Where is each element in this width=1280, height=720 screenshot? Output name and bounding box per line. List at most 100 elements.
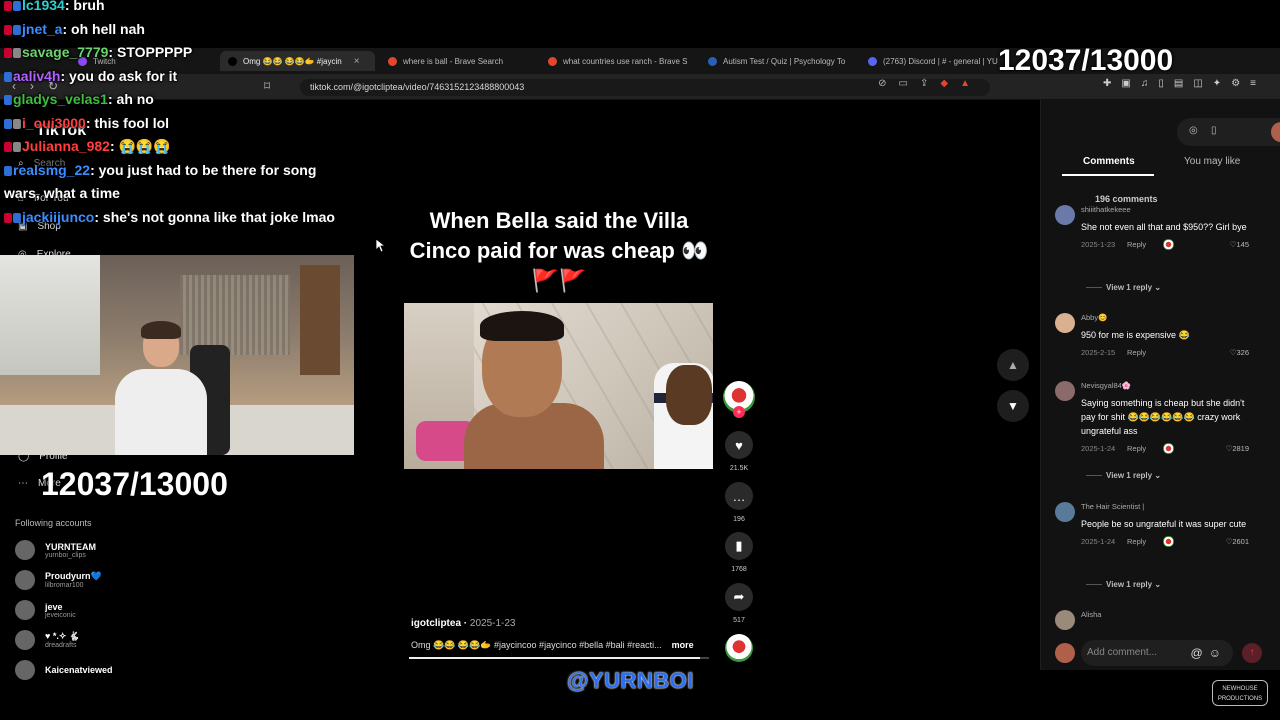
tab-label: (2763) Discord | # - general | YU (883, 56, 998, 66)
music-icon[interactable]: ♫ (1141, 78, 1149, 89)
reply-button[interactable]: Reply (1127, 240, 1146, 249)
comment-username[interactable]: Alisha (1081, 610, 1261, 619)
compass-icon[interactable]: ◎ (1189, 125, 1198, 136)
view-replies-button[interactable]: View 1 reply ⌄ (1086, 283, 1161, 292)
mention-icon[interactable]: @ (1191, 646, 1209, 660)
menu-icon[interactable]: ≡ (1250, 78, 1256, 89)
extension-box-icon[interactable]: ▣ (1121, 78, 1130, 89)
avatar (15, 630, 35, 650)
comment-date: 2025-1-24 (1081, 444, 1116, 453)
chat-message: lc1934: bruh (4, 0, 349, 18)
extension-puzzle-icon[interactable]: ✚ (1103, 78, 1111, 89)
cast-icon[interactable]: ▭ (899, 78, 908, 89)
leo-icon[interactable]: ✦ (1213, 78, 1221, 89)
avatar[interactable] (1055, 313, 1075, 333)
comment-icon[interactable]: … (725, 482, 753, 510)
tab-you-may-like[interactable]: You may like (1184, 156, 1240, 167)
settings-icon[interactable]: ⚙ (1231, 78, 1240, 89)
emoji-icon[interactable]: ☺ (1209, 646, 1227, 660)
video-progress-bar[interactable] (409, 657, 709, 659)
following-account[interactable]: Proudyurn💙 lilbromar100 (15, 570, 102, 590)
avatar[interactable] (1271, 122, 1280, 142)
chat-message: gladys_velas1: ah no (4, 88, 349, 112)
music-disc-icon[interactable] (725, 634, 753, 662)
chat-message: jnet_a: oh hell nah (4, 18, 349, 42)
browser-tab[interactable]: Autism Test / Quiz | Psychology To (700, 51, 850, 71)
chat-badge-icon (4, 24, 12, 35)
chat-badge-icon (13, 212, 21, 223)
vpn-icon[interactable]: ◫ (1193, 78, 1202, 89)
mute-icon[interactable]: ⊘ (878, 78, 886, 89)
more-link[interactable]: more (672, 640, 694, 650)
close-icon[interactable]: × (354, 56, 360, 67)
comment-like-button[interactable]: ♡145 (1230, 240, 1249, 249)
chat-username: Julianna_982 (22, 138, 110, 154)
view-replies-button[interactable]: View 1 reply ⌄ (1086, 580, 1161, 589)
comment-username[interactable]: Nevisgyal84🌸 (1081, 381, 1261, 390)
chat-username: gladys_velas1 (13, 91, 108, 107)
video-description: Omg 😂😂 😂😂🫱 #jaycincoo #jaycinco #bella #… (411, 640, 694, 651)
comment-like-button[interactable]: ♡2601 (1226, 537, 1249, 546)
video-author[interactable]: igotcliptea · 2025-1-23 (411, 618, 516, 629)
avatar[interactable] (1055, 381, 1075, 401)
chevron-up-icon[interactable]: ▲ (997, 349, 1029, 381)
brave-shield-icon[interactable]: ◆ (940, 78, 948, 89)
tab-label: Autism Test / Quiz | Psychology To (723, 56, 846, 66)
share-count: 517 (733, 617, 745, 624)
comment-username[interactable]: shiiithatkekeee (1081, 205, 1261, 214)
sidebar-icon[interactable]: ▯ (1158, 78, 1164, 89)
following-account[interactable]: YURNTEAM yurnboi_clips (15, 540, 96, 560)
reply-button[interactable]: Reply (1127, 537, 1146, 546)
save-action[interactable]: ▮ 1768 (725, 532, 753, 573)
view-replies-button[interactable]: View 1 reply ⌄ (1086, 471, 1161, 480)
heart-icon[interactable]: ♥ (725, 431, 753, 459)
comment-like-button[interactable]: ♡2819 (1226, 444, 1249, 453)
chat-message: savage_7779: STOPPPPP (4, 41, 349, 65)
wallet-icon[interactable]: ▤ (1174, 78, 1183, 89)
comment-like-button[interactable]: ♡326 (1230, 348, 1249, 357)
view-replies-label: View 1 reply (1106, 580, 1153, 589)
chat-text: you do ask for it (69, 67, 178, 84)
browser-tab[interactable]: (2763) Discord | # - general | YU (860, 51, 1010, 71)
chat-badge-icon (4, 1, 12, 11)
chat-badge-icon (4, 95, 12, 105)
share-icon[interactable]: ⇪ (920, 78, 928, 89)
tab-comments[interactable]: Comments (1083, 156, 1135, 167)
reply-button[interactable]: Reply (1127, 444, 1146, 453)
device-icon[interactable]: ▯ (1211, 125, 1217, 136)
browser-tab[interactable]: what countries use ranch - Brave S (540, 51, 690, 71)
reply-button[interactable]: Reply (1127, 348, 1146, 357)
avatar (15, 570, 35, 590)
chat-text: ah no (116, 91, 154, 107)
comment-action[interactable]: … 196 (725, 482, 753, 523)
brave-rewards-icon[interactable]: ▲ (960, 78, 970, 89)
follow-plus-icon[interactable]: + (733, 406, 745, 418)
avatar[interactable] (1055, 502, 1075, 522)
avatar[interactable] (1055, 205, 1075, 225)
chevron-down-icon[interactable]: ▼ (997, 390, 1029, 422)
following-account[interactable]: Kaicenatviewed (15, 660, 113, 680)
browser-tab[interactable]: where is ball - Brave Search (380, 51, 525, 71)
chat-username: realsmg_22 (13, 161, 91, 178)
comment-text: 950 for me is expensive 😂 (1081, 330, 1190, 340)
chat-username: jackiijunco (22, 208, 95, 225)
comment-username[interactable]: Abby😊 (1081, 313, 1261, 322)
creator-liked-icon (1163, 239, 1174, 250)
video-player[interactable] (404, 303, 713, 469)
author-name[interactable]: igotcliptea (411, 618, 461, 629)
avatar[interactable] (1055, 610, 1075, 630)
bookmark-icon[interactable]: ▮ (725, 532, 753, 560)
add-comment-input[interactable]: Add comment... @☺ (1081, 640, 1233, 666)
following-account[interactable]: ♥ *.✧ 🐇 dreadrafts (15, 630, 80, 650)
avatar (15, 660, 35, 680)
following-account[interactable]: jeve jeveiconic (15, 600, 76, 620)
share-action[interactable]: ➦ 517 (725, 583, 753, 624)
chat-badge-icon (13, 24, 21, 35)
view-replies-label: View 1 reply (1106, 283, 1153, 292)
post-comment-button[interactable]: ↑ (1242, 643, 1262, 663)
comment-username[interactable]: The Hair Scientist | (1081, 502, 1261, 511)
like-action[interactable]: ♥ 21.5K (725, 431, 753, 472)
comment-text: Saying something is cheap but she didn't… (1081, 398, 1245, 436)
tab-label: where is ball - Brave Search (403, 56, 504, 66)
share-arrow-icon[interactable]: ➦ (725, 583, 753, 611)
